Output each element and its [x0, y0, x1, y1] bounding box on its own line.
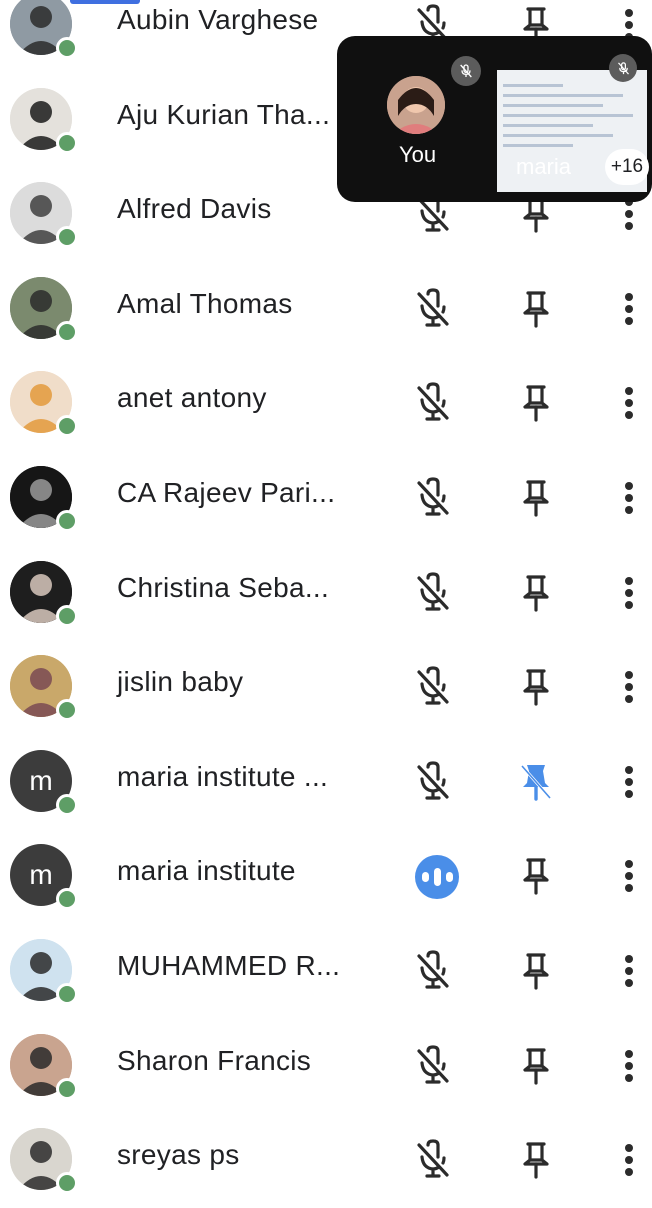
- mic-off-icon: [414, 382, 454, 424]
- online-status-dot: [56, 982, 78, 1005]
- mic-off-icon: [414, 477, 454, 519]
- mic-off-icon: [414, 1044, 454, 1087]
- more-vert-icon[interactable]: [617, 378, 641, 428]
- avatar-container: [10, 655, 78, 722]
- self-avatar: [387, 76, 445, 134]
- more-vert-icon[interactable]: [617, 662, 641, 712]
- avatar-container: [10, 87, 78, 154]
- online-status-dot: [56, 226, 78, 249]
- pin-icon[interactable]: [519, 382, 553, 424]
- avatar-container: [10, 276, 78, 343]
- self-label: You: [399, 142, 437, 167]
- avatar-container: m: [10, 844, 78, 911]
- pin-icon[interactable]: [519, 1139, 553, 1181]
- avatar-letter: m: [29, 764, 53, 796]
- mic-off-icon: [414, 1139, 454, 1181]
- avatar-container: m: [10, 749, 78, 816]
- more-vert-icon[interactable]: [617, 1135, 641, 1185]
- more-vert-icon[interactable]: [617, 284, 641, 334]
- presenter-mic-off-icon: [609, 54, 637, 82]
- online-status-dot: [56, 1077, 78, 1100]
- avatar-container: [10, 1033, 78, 1100]
- avatar-letter: m: [29, 859, 53, 891]
- participant-row[interactable]: MUHAMMED R...: [0, 924, 652, 1019]
- mic-off-icon: [414, 288, 454, 330]
- participant-name: maria institute ...: [117, 760, 329, 792]
- online-status-dot: [56, 37, 78, 59]
- more-participants-badge[interactable]: +16: [605, 149, 649, 185]
- participant-name: anet antony: [117, 382, 267, 414]
- participant-name: Aju Kurian Tha...: [117, 98, 331, 130]
- mic-off-icon: [414, 666, 454, 708]
- participant-name: Aubin Varghese: [117, 4, 319, 35]
- participant-name: Christina Seba...: [117, 571, 330, 603]
- participant-name: Alfred Davis: [117, 193, 272, 225]
- participant-row[interactable]: Christina Seba...: [0, 546, 652, 641]
- more-vert-icon[interactable]: [617, 473, 641, 523]
- participant-row[interactable]: Sharon Francis: [0, 1019, 652, 1114]
- mic-off-icon: [414, 950, 454, 992]
- participant-row[interactable]: sreyas ps: [0, 1113, 652, 1208]
- pin-icon[interactable]: [519, 855, 553, 897]
- online-status-dot: [56, 604, 78, 627]
- online-status-dot: [56, 415, 78, 438]
- more-vert-icon[interactable]: [617, 1041, 641, 1091]
- pin-icon[interactable]: [519, 666, 553, 708]
- online-status-dot: [56, 793, 78, 816]
- mic-off-icon: [414, 571, 454, 614]
- pin-icon[interactable]: [519, 572, 553, 614]
- participant-name: Sharon Francis: [117, 1044, 312, 1076]
- participant-name: sreyas ps: [117, 1139, 240, 1171]
- participant-row[interactable]: m maria institute: [0, 829, 652, 924]
- pin-icon[interactable]: [519, 477, 553, 519]
- participant-name: Amal Thomas: [117, 287, 293, 319]
- avatar-container: [10, 0, 78, 59]
- speaking-icon: [415, 855, 459, 900]
- avatar-container: [10, 560, 78, 627]
- online-status-dot: [56, 131, 78, 154]
- more-vert-icon[interactable]: [617, 757, 641, 807]
- avatar-container: [10, 938, 78, 1005]
- participant-row[interactable]: jislin baby: [0, 640, 652, 735]
- participant-name: jislin baby: [117, 666, 244, 698]
- pin-icon[interactable]: [519, 288, 553, 330]
- avatar-container: [10, 465, 78, 532]
- participant-row[interactable]: anet antony: [0, 356, 652, 451]
- avatar-container: [10, 371, 78, 438]
- more-vert-icon[interactable]: [617, 568, 641, 618]
- participant-name: maria institute: [117, 855, 296, 887]
- mic-off-icon: [414, 761, 454, 803]
- participant-row[interactable]: CA Rajeev Pari...: [0, 451, 652, 546]
- more-vert-icon[interactable]: [617, 851, 641, 901]
- self-mic-off-icon: [451, 56, 481, 86]
- online-status-dot: [56, 509, 78, 532]
- more-vert-icon[interactable]: [617, 946, 641, 996]
- pin-icon[interactable]: [519, 950, 553, 992]
- online-status-dot: [56, 320, 78, 343]
- participant-row[interactable]: m maria institute ...: [0, 735, 652, 830]
- pin-icon[interactable]: [519, 1045, 553, 1087]
- online-status-dot: [56, 888, 78, 911]
- avatar-container: [10, 182, 78, 249]
- participant-name: MUHAMMED R...: [117, 949, 341, 981]
- presenter-label: maria: [516, 154, 572, 179]
- avatar-container: [10, 1128, 78, 1195]
- floating-video-overlay[interactable]: You maria +16: [337, 36, 652, 202]
- online-status-dot: [56, 699, 78, 722]
- pin-active-icon[interactable]: [519, 761, 553, 803]
- participant-name: CA Rajeev Pari...: [117, 476, 336, 508]
- participant-row[interactable]: Amal Thomas: [0, 262, 652, 357]
- online-status-dot: [56, 1172, 78, 1195]
